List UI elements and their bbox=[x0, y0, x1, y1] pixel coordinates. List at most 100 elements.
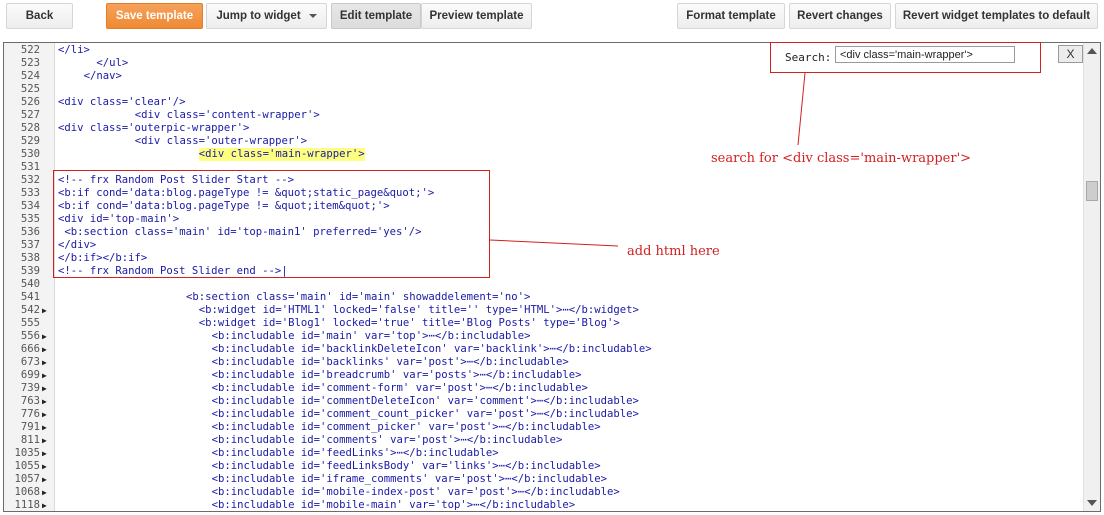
format-template-button[interactable]: Format template bbox=[677, 3, 785, 29]
line-number: 811 bbox=[20, 434, 40, 446]
fold-arrow-icon[interactable]: ▶ bbox=[42, 447, 52, 460]
line-number: 537 bbox=[20, 239, 40, 251]
fold-arrow-icon[interactable]: ▶ bbox=[42, 408, 52, 421]
code-text: <b:includable id='iframe_comments' var='… bbox=[211, 473, 608, 485]
template-toolbar: Back Save template Jump to widget Edit t… bbox=[0, 0, 1104, 42]
code-text: <b:widget id='HTML1' locked='false' titl… bbox=[198, 304, 639, 316]
close-search-button[interactable]: X bbox=[1058, 45, 1083, 63]
code-line[interactable]: 528 <div class='outerpic-wrapper'> bbox=[4, 122, 1084, 135]
revert-changes-button[interactable]: Revert changes bbox=[789, 3, 891, 29]
line-number: 527 bbox=[20, 109, 40, 121]
fold-arrow-icon[interactable]: ▶ bbox=[42, 369, 52, 382]
fold-arrow-icon[interactable]: ▶ bbox=[42, 356, 52, 369]
code-line[interactable]: 791 ▶ <b:includable id='comment_picker' va… bbox=[4, 421, 1084, 434]
inserted-code-highlight-box bbox=[53, 170, 490, 278]
code-text: </nav> bbox=[83, 70, 122, 82]
code-line[interactable]: 556 ▶ <b:includable id='main' var='top'>⋯<… bbox=[4, 330, 1084, 343]
back-button[interactable]: Back bbox=[6, 3, 73, 29]
line-number: 535 bbox=[20, 213, 40, 225]
code-line[interactable]: 763 ▶ <b:includable id='commentDeleteIcon'… bbox=[4, 395, 1084, 408]
code-line[interactable]: 1118 ▶ <b:includable id='mobile-main' var=… bbox=[4, 499, 1084, 511]
search-input[interactable] bbox=[835, 46, 1015, 63]
edit-template-tab[interactable]: Edit template bbox=[331, 3, 421, 29]
code-line[interactable]: 699 ▶ <b:includable id='breadcrumb' var='p… bbox=[4, 369, 1084, 382]
save-template-button[interactable]: Save template bbox=[106, 3, 203, 29]
code-line[interactable]: 555 <b:widget id='Blog1' locked='true' ti… bbox=[4, 317, 1084, 330]
fold-arrow-icon[interactable]: ▶ bbox=[42, 382, 52, 395]
code-text: <b:includable id='backlinkDeleteIcon' va… bbox=[211, 343, 652, 355]
line-number: 555 bbox=[20, 317, 40, 329]
code-line[interactable]: 1068 ▶ <b:includable id='mobile-index-post… bbox=[4, 486, 1084, 499]
line-number: 539 bbox=[20, 265, 40, 277]
code-line[interactable]: 776 ▶ <b:includable id='comment_count_pick… bbox=[4, 408, 1084, 421]
code-text: <b:includable id='comment_count_picker' … bbox=[211, 408, 639, 420]
code-text: <div class='outer-wrapper'> bbox=[134, 135, 308, 147]
line-number: 1055 bbox=[14, 460, 40, 472]
jump-to-widget-dropdown[interactable]: Jump to widget bbox=[206, 3, 327, 29]
search-label: Search: bbox=[785, 51, 832, 64]
code-line[interactable]: 525 bbox=[4, 83, 1084, 96]
code-text: <b:includable id='main' var='top'>⋯</b:i… bbox=[211, 330, 531, 342]
fold-arrow-icon[interactable]: ▶ bbox=[42, 499, 52, 511]
scrollbar-thumb[interactable] bbox=[1086, 181, 1098, 201]
line-number: 531 bbox=[20, 161, 40, 173]
preview-template-tab[interactable]: Preview template bbox=[421, 3, 532, 29]
line-number: 522 bbox=[20, 44, 40, 56]
code-line[interactable]: 673 ▶ <b:includable id='backlinks' var='po… bbox=[4, 356, 1084, 369]
line-number: 776 bbox=[20, 408, 40, 420]
fold-arrow-icon[interactable]: ▶ bbox=[42, 330, 52, 343]
code-line[interactable]: 1057 ▶ <b:includable id='iframe_comments' … bbox=[4, 473, 1084, 486]
code-text: <b:includable id='feedLinks'>⋯</b:includ… bbox=[211, 447, 499, 459]
fold-arrow-icon[interactable]: ▶ bbox=[42, 421, 52, 434]
line-number: 666 bbox=[20, 343, 40, 355]
code-line[interactable]: 811 ▶ <b:includable id='comments' var='pos… bbox=[4, 434, 1084, 447]
line-number: 534 bbox=[20, 200, 40, 212]
fold-arrow-icon[interactable]: ▶ bbox=[42, 486, 52, 499]
line-number: 791 bbox=[20, 421, 40, 433]
line-number: 533 bbox=[20, 187, 40, 199]
code-text: <div class='outerpic-wrapper'> bbox=[58, 122, 250, 134]
scroll-up-arrow-icon[interactable] bbox=[1087, 48, 1097, 54]
code-line[interactable]: 540 bbox=[4, 278, 1084, 291]
code-line[interactable]: 666 ▶ <b:includable id='backlinkDeleteIcon… bbox=[4, 343, 1084, 356]
fold-arrow-icon[interactable]: ▶ bbox=[42, 434, 52, 447]
code-text: <div class='main-wrapper'> bbox=[198, 148, 365, 161]
line-number: 528 bbox=[20, 122, 40, 134]
revert-widget-templates-button[interactable]: Revert widget templates to default bbox=[895, 3, 1098, 29]
code-text: <b:includable id='comment-form' var='pos… bbox=[211, 382, 588, 394]
code-text: </ul> bbox=[96, 57, 129, 69]
line-number: 739 bbox=[20, 382, 40, 394]
fold-arrow-icon[interactable]: ▶ bbox=[42, 343, 52, 356]
line-number: 1035 bbox=[14, 447, 40, 459]
code-line[interactable]: 527 <div class='content-wrapper'> bbox=[4, 109, 1084, 122]
code-line[interactable]: 1055 ▶ <b:includable id='feedLinksBody' va… bbox=[4, 460, 1084, 473]
code-text: <div class='clear'/> bbox=[58, 96, 186, 108]
jump-to-widget-label: Jump to widget bbox=[216, 10, 301, 22]
code-line[interactable]: 542 ▶ <b:widget id='HTML1' locked='false' … bbox=[4, 304, 1084, 317]
line-number: 523 bbox=[20, 57, 40, 69]
code-line[interactable]: 529 <div class='outer-wrapper'> bbox=[4, 135, 1084, 148]
fold-arrow-icon[interactable]: ▶ bbox=[42, 460, 52, 473]
code-line[interactable]: 526 <div class='clear'/> bbox=[4, 96, 1084, 109]
fold-arrow-icon[interactable]: ▶ bbox=[42, 395, 52, 408]
scroll-down-arrow-icon[interactable] bbox=[1087, 500, 1097, 506]
search-annotation: search for <div class='main-wrapper'> bbox=[711, 151, 972, 166]
line-number: 524 bbox=[20, 70, 40, 82]
fold-arrow-icon[interactable]: ▶ bbox=[42, 473, 52, 486]
code-text: <b:includable id='commentDeleteIcon' var… bbox=[211, 395, 639, 407]
line-number: 699 bbox=[20, 369, 40, 381]
line-number: 538 bbox=[20, 252, 40, 264]
code-line[interactable]: 541 <b:section class='main' id='main' sho… bbox=[4, 291, 1084, 304]
line-number: 532 bbox=[20, 174, 40, 186]
fold-arrow-icon[interactable]: ▶ bbox=[42, 304, 52, 317]
vertical-scrollbar[interactable] bbox=[1083, 43, 1100, 511]
code-text: <b:includable id='backlinks' var='post'>… bbox=[211, 356, 569, 368]
line-number: 529 bbox=[20, 135, 40, 147]
code-text: <b:includable id='breadcrumb' var='posts… bbox=[211, 369, 582, 381]
code-line[interactable]: 1035 ▶ <b:includable id='feedLinks'>⋯</b:i… bbox=[4, 447, 1084, 460]
code-text: <b:widget id='Blog1' locked='true' title… bbox=[198, 317, 620, 329]
code-line[interactable]: 739 ▶ <b:includable id='comment-form' var=… bbox=[4, 382, 1084, 395]
search-panel: Search: bbox=[770, 42, 1041, 73]
line-number: 530 bbox=[20, 148, 40, 160]
code-text: <b:includable id='comment_picker' var='p… bbox=[211, 421, 601, 433]
